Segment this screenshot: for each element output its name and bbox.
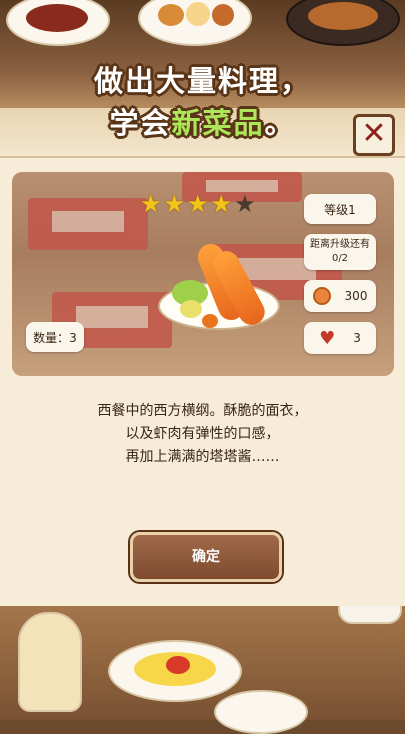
title-line-1: 做出大量料理，: [93, 64, 311, 98]
dish-plate-corner: [214, 690, 308, 734]
title-banner: 做出大量料理， 学会新菜品。: [0, 60, 405, 144]
price-badge: 300: [304, 280, 376, 312]
confirm-button[interactable]: 确定: [130, 532, 282, 582]
star-icon: ★: [163, 190, 186, 218]
level-badge: 等级1: [304, 194, 376, 224]
description-line: 以及虾肉有弹性的口感，: [125, 426, 280, 442]
dish-scene: ★ ★ ★ ★ ★ 数量：3 等级1 距离升级还有 0/2 300 ♥ 3: [12, 172, 394, 376]
upgrade-progress-value: 0/2: [331, 253, 349, 264]
omelette-plate: [108, 640, 242, 702]
restaurant-table: [28, 198, 148, 250]
quantity-badge: 数量：3: [26, 322, 84, 352]
dish-info-panel: ✕ ★ ★ ★ ★ ★ 数量：3 等级1 距离升级还有 0/2 300 ♥ 3 …: [0, 108, 405, 606]
popularity-badge: ♥ 3: [304, 322, 376, 354]
star-icon: ★: [187, 190, 209, 218]
description-line: 再加上满满的塔塔酱……: [125, 449, 280, 465]
star-icon: ★: [210, 190, 233, 218]
star-empty-icon: ★: [234, 190, 256, 218]
heart-icon: ♥: [319, 327, 336, 349]
star-icon: ★: [140, 190, 162, 218]
title-line-2-highlight: 新菜品: [171, 106, 265, 140]
description-line: 西餐中的西方横纲。酥脆的面衣，: [97, 403, 308, 419]
parfait-glass: [18, 612, 82, 712]
rating-stars: ★ ★ ★ ★ ★: [140, 192, 256, 216]
title-line-2-suffix: 。: [264, 106, 296, 140]
title-line-2: 学会新菜品。: [0, 102, 405, 144]
upgrade-progress-badge: 距离升级还有 0/2: [304, 234, 376, 270]
potato-garnish: [180, 300, 202, 318]
title-line-2-prefix: 学会: [109, 106, 172, 140]
dish-description: 西餐中的西方横纲。酥脆的面衣， 以及虾肉有弹性的口感， 再加上满满的塔塔酱……: [0, 400, 405, 469]
price-value: 300: [344, 289, 368, 303]
carrot-garnish: [202, 314, 218, 328]
popularity-value: 3: [353, 331, 361, 345]
coin-icon: [312, 287, 331, 305]
upgrade-progress-label: 距离升级还有: [310, 239, 370, 250]
